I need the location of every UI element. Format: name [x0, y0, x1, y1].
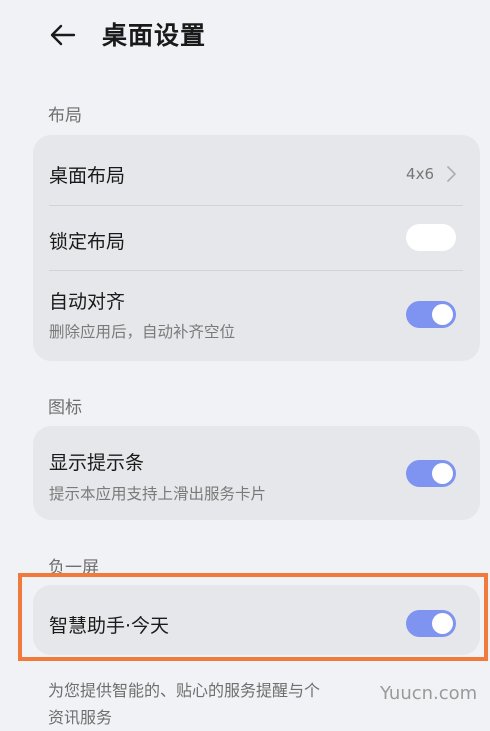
- auto-align-label: 自动对齐: [49, 291, 126, 313]
- show-hint-bar-row: 显示提示条 提示本应用支持上滑出服务卡片: [33, 426, 480, 520]
- auto-align-row: 自动对齐 删除应用后，自动补齐空位: [33, 271, 480, 361]
- lock-layout-row: 锁定布局: [33, 206, 480, 270]
- section-label-icons: 图标: [48, 398, 82, 418]
- highlight-box: [18, 573, 488, 661]
- desktop-layout-label: 桌面布局: [49, 165, 126, 187]
- auto-align-toggle[interactable]: [406, 301, 456, 328]
- show-hint-bar-toggle[interactable]: [406, 460, 456, 487]
- top-app-bar: 桌面设置: [0, 0, 490, 70]
- toggle-knob: [409, 227, 430, 248]
- show-hint-bar-label: 显示提示条: [49, 452, 145, 474]
- back-arrow-icon[interactable]: [48, 20, 78, 50]
- chevron-right-icon: [447, 166, 456, 182]
- toggle-knob: [432, 463, 453, 484]
- toggle-knob: [432, 304, 453, 325]
- icons-card: 显示提示条 提示本应用支持上滑出服务卡片: [33, 426, 480, 520]
- smart-assistant-description: 为您提供智能的、贴心的服务提醒与个 资讯服务: [48, 681, 321, 727]
- auto-align-subtitle: 删除应用后，自动补齐空位: [49, 323, 236, 341]
- show-hint-bar-subtitle: 提示本应用支持上滑出服务卡片: [49, 485, 267, 503]
- page-title: 桌面设置: [102, 21, 207, 50]
- section-label-layout: 布局: [48, 106, 82, 126]
- lock-layout-label: 锁定布局: [49, 231, 126, 253]
- lock-layout-toggle[interactable]: [406, 224, 456, 251]
- layout-card: 桌面布局 4x6 锁定布局 自动对齐 删除应用后，自动补齐空位: [33, 135, 480, 361]
- desktop-layout-row[interactable]: 桌面布局 4x6: [33, 135, 480, 205]
- desktop-layout-value: 4x6: [406, 165, 434, 183]
- watermark: Yuucn.com: [380, 683, 478, 704]
